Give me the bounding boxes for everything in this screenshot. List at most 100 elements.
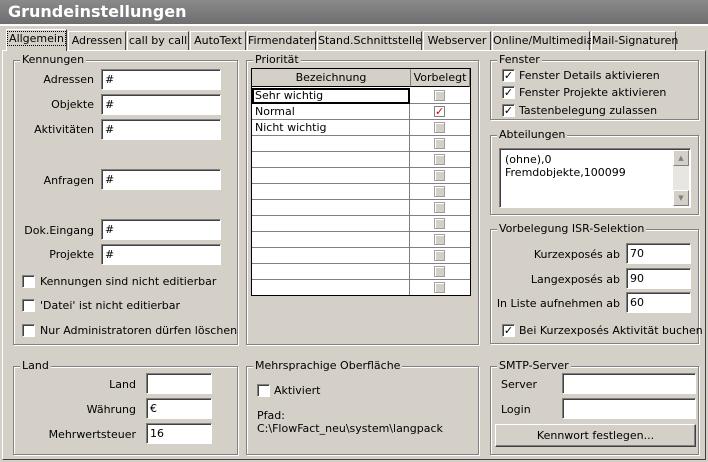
waehrung-input[interactable]: € (146, 398, 212, 419)
kennwort-festlegen-button[interactable]: Kennwort festlegen... (495, 424, 696, 447)
priority-name-cell[interactable] (252, 232, 410, 248)
priority-name-cell[interactable]: Normal (252, 104, 410, 120)
pfad-label: Pfad: (257, 409, 285, 422)
priority-default-checkbox[interactable] (434, 218, 445, 229)
tab-stand-schnittstellen[interactable]: Stand.Schnittstellen (317, 31, 429, 50)
priority-name-cell[interactable] (252, 280, 410, 295)
aktivitaeten-label: Aktivitäten (34, 123, 94, 136)
waehrung-label: Währung (86, 403, 136, 416)
projekte-kennung-input[interactable]: # (101, 244, 221, 265)
priority-default-checkbox[interactable] (434, 186, 445, 197)
priority-default-checkbox[interactable] (434, 122, 445, 133)
list-item[interactable]: Fremdobjekte,100099 (505, 166, 626, 179)
table-row[interactable] (252, 248, 470, 264)
table-row[interactable] (252, 200, 470, 216)
priority-default-checkbox[interactable] (434, 234, 445, 245)
priority-default-checkbox[interactable] (434, 138, 445, 149)
dok-eingang-kennung-input[interactable]: # (101, 219, 221, 240)
priority-name-cell[interactable] (252, 216, 410, 232)
table-row[interactable] (252, 216, 470, 232)
grid-header-vorbelegt[interactable]: Vorbelegt (411, 69, 470, 87)
priority-name-cell[interactable] (252, 168, 410, 184)
fenster-details-checkbox[interactable]: ✓ (502, 69, 515, 82)
list-item[interactable]: (ohne),0 (505, 153, 552, 166)
datei-nicht-editierbar-checkbox[interactable] (22, 299, 35, 312)
priority-default-checkbox[interactable] (434, 154, 445, 165)
priority-default-checkbox[interactable] (434, 282, 445, 293)
kurzexpose-aktivitaet-checkbox[interactable]: ✓ (502, 324, 515, 337)
scroll-down-icon[interactable]: ▼ (673, 190, 689, 206)
table-row[interactable] (252, 232, 470, 248)
tab-adressen[interactable]: Adressen (68, 31, 126, 50)
priority-name-cell[interactable] (252, 184, 410, 200)
table-row[interactable]: Nicht wichtig (252, 120, 470, 136)
table-row[interactable]: Normal ✓ (252, 104, 470, 120)
isr-legend: Vorbelegung ISR-Selektion (497, 222, 647, 236)
scroll-up-icon[interactable]: ▲ (673, 150, 689, 166)
abteilungen-listbox[interactable]: (ohne),0 Fremdobjekte,100099 ▲ ▼ (499, 148, 691, 208)
tab-webserver[interactable]: Webserver (423, 31, 491, 50)
tab-allgemein[interactable]: Allgemein (6, 29, 67, 51)
priority-default-checkbox[interactable] (434, 90, 445, 101)
tab-autotext[interactable]: AutoText (190, 31, 246, 50)
priority-name-cell[interactable] (252, 152, 410, 168)
server-input[interactable] (562, 373, 696, 394)
table-row[interactable] (252, 280, 470, 295)
dok-eingang-label: Dok.Eingang (24, 224, 94, 237)
login-input[interactable] (562, 398, 696, 419)
langexposes-input[interactable]: 90 (626, 268, 691, 289)
window-title: Grundeinstellungen (0, 0, 708, 24)
objekte-kennung-input[interactable]: # (101, 94, 221, 115)
table-row[interactable] (252, 168, 470, 184)
mehrwertsteuer-input[interactable]: 16 (146, 423, 212, 444)
login-label: Login (501, 403, 531, 416)
tab-firmendaten[interactable]: Firmendaten (247, 31, 317, 50)
priority-name-cell[interactable] (252, 136, 410, 152)
kennungen-nicht-editierbar-checkbox[interactable] (22, 275, 35, 288)
table-row[interactable] (252, 152, 470, 168)
priority-default-checkbox[interactable] (434, 202, 445, 213)
tab-online-multimedia[interactable]: Online/Multimedia (492, 31, 593, 50)
grid-header-bezeichnung[interactable]: Bezeichnung (252, 69, 411, 87)
priority-default-checkbox[interactable] (434, 266, 445, 277)
priority-name-cell[interactable]: Nicht wichtig (252, 120, 410, 136)
priority-name-cell[interactable] (252, 264, 410, 280)
server-label: Server (501, 378, 538, 391)
tastenbelegung-label: Tastenbelegung zulassen (519, 104, 658, 117)
tastenbelegung-checkbox[interactable]: ✓ (502, 104, 515, 117)
priority-default-checkbox[interactable] (434, 170, 445, 181)
kennungen-legend: Kennungen (20, 53, 87, 67)
land-legend: Land (20, 359, 51, 373)
table-row[interactable] (252, 184, 470, 200)
mehrsprachig-legend: Mehrsprachige Oberfläche (253, 359, 403, 373)
nur-admins-loeschen-label: Nur Administratoren dürfen löschen (40, 324, 238, 337)
priority-name-cell[interactable] (252, 248, 410, 264)
anfragen-kennung-input[interactable]: # (101, 169, 221, 190)
nur-admins-loeschen-checkbox[interactable] (22, 324, 35, 337)
priority-default-checkbox[interactable]: ✓ (434, 106, 445, 117)
priority-name-cell[interactable] (252, 200, 410, 216)
table-row[interactable] (252, 264, 470, 280)
in-liste-label: In Liste aufnehmen ab (496, 297, 620, 310)
fenster-legend: Fenster (497, 53, 542, 67)
table-row[interactable]: Sehr wichtig (252, 88, 470, 104)
table-row[interactable] (252, 136, 470, 152)
tab-mail-signaturen[interactable]: Mail-Signaturen (591, 31, 678, 50)
prioritaet-grid[interactable]: Bezeichnung Vorbelegt Sehr wichtig Normal… (251, 68, 471, 296)
kurzexposes-input[interactable]: 70 (626, 243, 691, 264)
aktivitaeten-kennung-input[interactable]: # (101, 119, 221, 140)
land-input[interactable] (146, 373, 212, 394)
fenster-projekte-checkbox[interactable]: ✓ (502, 86, 515, 99)
mehrwertsteuer-label: Mehrwertsteuer (48, 428, 136, 441)
priority-name-cell[interactable]: Sehr wichtig (252, 88, 410, 104)
projekte-label: Projekte (49, 248, 94, 261)
in-liste-input[interactable]: 60 (626, 292, 691, 313)
tab-call-by-call[interactable]: call by call (127, 31, 189, 50)
abteilungen-scrollbar[interactable]: ▲ ▼ (673, 150, 689, 206)
smtp-legend: SMTP-Server (497, 359, 571, 373)
anfragen-label: Anfragen (43, 174, 94, 187)
adressen-kennung-input[interactable]: # (101, 69, 221, 90)
priority-default-checkbox[interactable] (434, 250, 445, 261)
mehrsprachig-aktiviert-checkbox[interactable] (257, 384, 270, 397)
objekte-label: Objekte (51, 98, 94, 111)
